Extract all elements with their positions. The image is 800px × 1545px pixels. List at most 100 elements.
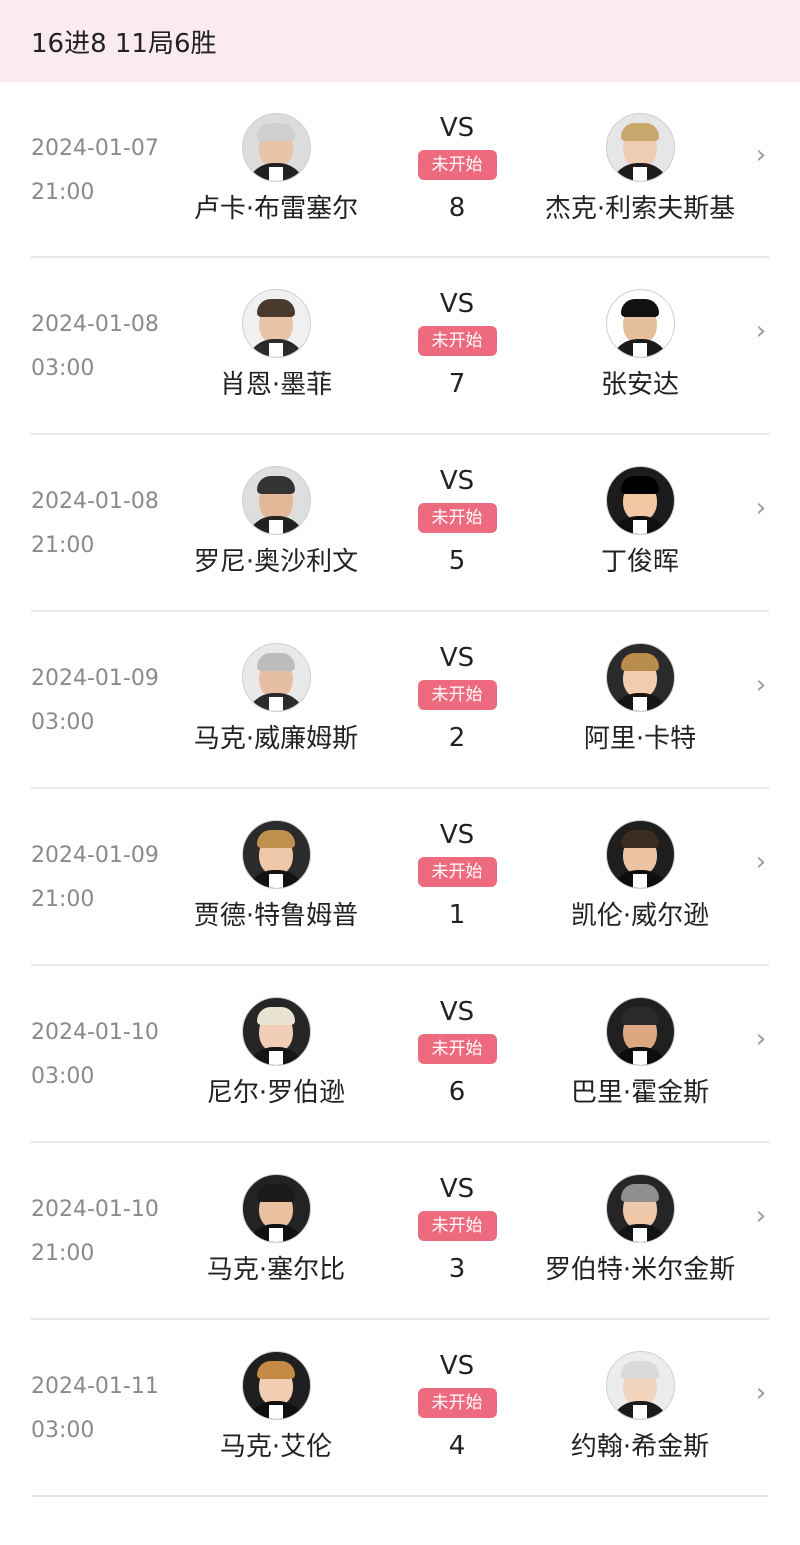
match-time: 03:00	[31, 1064, 95, 1089]
chevron-right-icon[interactable]: ›	[751, 847, 771, 877]
vs-label: VS	[439, 289, 475, 319]
home-player-avatar	[241, 113, 311, 182]
match-row[interactable]: 2024-01-10 03:00 尼尔·罗伯逊 VS 未开始 6 巴里·霍金斯 …	[31, 966, 769, 1143]
match-date: 2024-01-08	[31, 312, 159, 337]
away-player[interactable]: 巴里·霍金斯	[530, 997, 750, 1111]
match-date: 2024-01-08	[31, 489, 159, 514]
status-badge: 未开始	[417, 1211, 497, 1241]
vs-label: VS	[439, 643, 475, 673]
match-datetime: 2024-01-10 03:00	[31, 1011, 159, 1099]
away-player[interactable]: 罗伯特·米尔金斯	[530, 1174, 750, 1288]
match-time: 03:00	[31, 1418, 95, 1443]
chevron-right-icon[interactable]: ›	[751, 1201, 771, 1231]
match-date: 2024-01-09	[31, 843, 159, 868]
chevron-right-icon[interactable]: ›	[751, 493, 771, 523]
match-datetime: 2024-01-07 21:00	[31, 127, 159, 215]
chevron-right-icon[interactable]: ›	[751, 316, 771, 346]
match-datetime: 2024-01-11 03:00	[31, 1365, 159, 1453]
chevron-right-icon[interactable]: ›	[751, 670, 771, 700]
match-row[interactable]: 2024-01-09 21:00 贾德·特鲁姆普 VS 未开始 1 凯伦·威尔逊…	[31, 789, 769, 966]
vs-label: VS	[439, 113, 475, 143]
away-player-avatar	[605, 113, 675, 182]
home-player[interactable]: 马克·艾伦	[166, 1351, 386, 1465]
match-center: VS 未开始 1	[402, 819, 512, 933]
away-player-name: 巴里·霍金斯	[570, 1078, 710, 1108]
home-player-name: 卢卡·布雷塞尔	[193, 194, 359, 224]
chevron-right-icon[interactable]: ›	[751, 140, 771, 170]
match-time: 21:00	[31, 533, 95, 558]
status-badge: 未开始	[417, 326, 497, 356]
away-player-name: 丁俊晖	[600, 547, 679, 577]
round-title: 16进8 11局6胜	[31, 28, 217, 59]
away-player-name: 凯伦·威尔逊	[570, 901, 710, 931]
home-player-avatar	[241, 643, 311, 712]
away-player-name: 杰克·利索夫斯基	[544, 194, 736, 224]
vs-label: VS	[439, 466, 475, 496]
home-player-name: 肖恩·墨菲	[219, 370, 333, 400]
away-player[interactable]: 张安达	[530, 289, 750, 403]
home-player[interactable]: 卢卡·布雷塞尔	[166, 113, 386, 227]
match-center: VS 未开始 8	[402, 112, 512, 226]
away-player-avatar	[605, 820, 675, 889]
status-badge: 未开始	[417, 680, 497, 710]
home-player[interactable]: 肖恩·墨菲	[166, 289, 386, 403]
away-player-name: 约翰·希金斯	[570, 1432, 710, 1462]
away-player[interactable]: 阿里·卡特	[530, 643, 750, 757]
home-player-name: 贾德·特鲁姆普	[193, 901, 359, 931]
match-row[interactable]: 2024-01-09 03:00 马克·威廉姆斯 VS 未开始 2 阿里·卡特 …	[31, 612, 769, 789]
match-center: VS 未开始 7	[402, 288, 512, 402]
home-player-name: 罗尼·奥沙利文	[193, 547, 359, 577]
away-player-avatar	[605, 1351, 675, 1420]
status-badge: 未开始	[417, 857, 497, 887]
away-player[interactable]: 约翰·希金斯	[530, 1351, 750, 1465]
home-player[interactable]: 罗尼·奥沙利文	[166, 466, 386, 580]
away-player[interactable]: 杰克·利索夫斯基	[530, 113, 750, 227]
home-player-name: 尼尔·罗伯逊	[206, 1078, 346, 1108]
match-row[interactable]: 2024-01-10 21:00 马克·塞尔比 VS 未开始 3 罗伯特·米尔金…	[31, 1143, 769, 1320]
away-player-avatar	[605, 643, 675, 712]
home-player-name: 马克·艾伦	[219, 1432, 333, 1462]
vs-label: VS	[439, 1174, 475, 1204]
home-player[interactable]: 尼尔·罗伯逊	[166, 997, 386, 1111]
match-center: VS 未开始 4	[402, 1350, 512, 1464]
match-center: VS 未开始 5	[402, 465, 512, 579]
match-order: 6	[448, 1077, 466, 1107]
home-player-avatar	[241, 289, 311, 358]
match-row[interactable]: 2024-01-08 03:00 肖恩·墨菲 VS 未开始 7 张安达 ›	[31, 258, 769, 435]
match-datetime: 2024-01-10 21:00	[31, 1188, 159, 1276]
match-date: 2024-01-11	[31, 1374, 159, 1399]
home-player[interactable]: 贾德·特鲁姆普	[166, 820, 386, 934]
match-time: 21:00	[31, 180, 95, 205]
away-player-avatar	[605, 466, 675, 535]
home-player-avatar	[241, 466, 311, 535]
match-time: 03:00	[31, 710, 95, 735]
match-order: 4	[448, 1431, 466, 1461]
home-player-name: 马克·威廉姆斯	[193, 724, 359, 754]
status-badge: 未开始	[417, 150, 497, 180]
home-player-avatar	[241, 1351, 311, 1420]
away-player[interactable]: 丁俊晖	[530, 466, 750, 580]
match-row[interactable]: 2024-01-11 03:00 马克·艾伦 VS 未开始 4 约翰·希金斯 ›	[31, 1320, 769, 1497]
away-player-avatar	[605, 289, 675, 358]
round-header: 16进8 11局6胜	[0, 0, 800, 82]
match-datetime: 2024-01-09 21:00	[31, 834, 159, 922]
home-player[interactable]: 马克·威廉姆斯	[166, 643, 386, 757]
match-date: 2024-01-09	[31, 666, 159, 691]
match-datetime: 2024-01-08 03:00	[31, 303, 159, 391]
match-order: 8	[448, 193, 466, 223]
match-row[interactable]: 2024-01-07 21:00 卢卡·布雷塞尔 VS 未开始 8 杰克·利索夫…	[31, 82, 769, 258]
match-row[interactable]: 2024-01-08 21:00 罗尼·奥沙利文 VS 未开始 5 丁俊晖 ›	[31, 435, 769, 612]
chevron-right-icon[interactable]: ›	[751, 1024, 771, 1054]
status-badge: 未开始	[417, 1388, 497, 1418]
home-player[interactable]: 马克·塞尔比	[166, 1174, 386, 1288]
vs-label: VS	[439, 820, 475, 850]
match-date: 2024-01-10	[31, 1020, 159, 1045]
match-time: 21:00	[31, 887, 95, 912]
away-player-avatar	[605, 1174, 675, 1243]
match-date: 2024-01-07	[31, 136, 159, 161]
chevron-right-icon[interactable]: ›	[751, 1378, 771, 1408]
away-player[interactable]: 凯伦·威尔逊	[530, 820, 750, 934]
home-player-avatar	[241, 997, 311, 1066]
match-order: 5	[448, 546, 466, 576]
match-time: 03:00	[31, 356, 95, 381]
